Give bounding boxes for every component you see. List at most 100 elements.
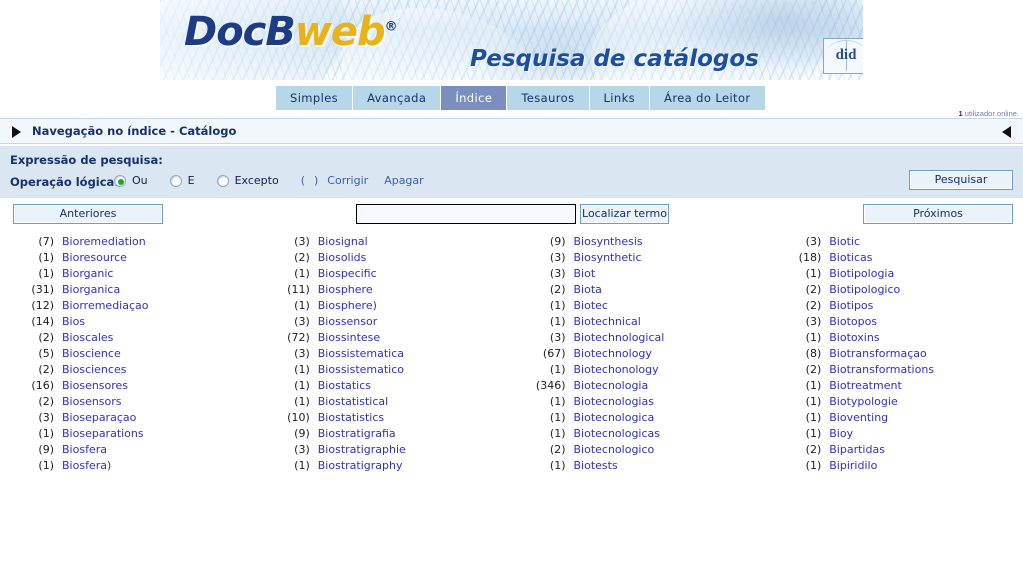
next-page-button[interactable]: Próximos: [863, 204, 1013, 224]
index-term-row: (2) Bipartidas: [767, 442, 1023, 458]
index-term-link[interactable]: Biostatics: [318, 378, 371, 394]
index-term-link[interactable]: Biossistematico: [318, 362, 404, 378]
index-term-link[interactable]: Biossintese: [318, 330, 380, 346]
index-term-link[interactable]: Biosfera): [62, 458, 111, 474]
index-term-link[interactable]: Biotipos: [829, 298, 873, 314]
index-term-link[interactable]: Biotecnologias: [574, 394, 654, 410]
index-term-link[interactable]: Biotecnologico: [574, 442, 655, 458]
find-term-button[interactable]: Localizar termo: [580, 204, 669, 224]
tab-área-do-leitor[interactable]: Área do Leitor: [650, 86, 765, 110]
online-users-status: 1 utilizador online.: [959, 109, 1019, 118]
index-term-link[interactable]: Bioseparaçao: [62, 410, 136, 426]
index-term-link[interactable]: Biotechonology: [574, 362, 659, 378]
radio-button-icon[interactable]: [216, 174, 229, 187]
index-term-count: (1): [38, 267, 54, 280]
tab-avançada[interactable]: Avançada: [353, 86, 441, 110]
radio-button-icon[interactable]: [114, 174, 126, 187]
index-term-link[interactable]: Biossistematica: [318, 346, 404, 362]
index-term-link[interactable]: Bioresource: [62, 250, 127, 266]
index-term-link[interactable]: Bioy: [829, 426, 853, 442]
index-term-link[interactable]: Biotecnologicas: [574, 426, 661, 442]
tab-tesauros[interactable]: Tesauros: [507, 86, 589, 110]
index-term-link[interactable]: Bioventing: [829, 410, 888, 426]
index-term-link[interactable]: Biosynthesis: [574, 234, 643, 250]
index-term-link[interactable]: Biosolids: [318, 250, 367, 266]
arrow-right-icon[interactable]: [12, 126, 21, 138]
logo-text-secondary: web: [294, 9, 386, 55]
radio-option-ou[interactable]: Ou: [114, 174, 148, 187]
index-term-link[interactable]: Biot: [574, 266, 596, 282]
index-term-link[interactable]: Bioticas: [829, 250, 872, 266]
index-term-link[interactable]: Biossensor: [318, 314, 378, 330]
index-term-link[interactable]: Bios: [62, 314, 85, 330]
index-term-link[interactable]: Biotransformations: [829, 362, 934, 378]
index-term-link[interactable]: Biorganic: [62, 266, 113, 282]
index-term-link[interactable]: Biotechnological: [574, 330, 665, 346]
index-term-count: (1): [805, 427, 822, 440]
index-term-link[interactable]: Biotecnologia: [574, 378, 649, 394]
index-term-link[interactable]: Biorremediaçao: [62, 298, 149, 314]
paren-open-button[interactable]: (: [301, 174, 305, 187]
index-term-count: (3): [294, 235, 310, 248]
index-term-link[interactable]: Biotransformaçao: [829, 346, 927, 362]
index-term-link[interactable]: Biostatistics: [318, 410, 384, 426]
index-term-link[interactable]: Biosignal: [318, 234, 368, 250]
index-term-count: (1): [294, 267, 310, 280]
radio-button-icon[interactable]: [169, 174, 182, 187]
page-root: DocBweb® Pesquisa de catálogos did Simpl…: [0, 0, 1023, 575]
index-term-link[interactable]: Biotipologico: [829, 282, 900, 298]
index-term-link[interactable]: Biosensores: [62, 378, 128, 394]
index-term-link[interactable]: Biotecnologica: [574, 410, 655, 426]
index-term-link[interactable]: Bipartidas: [829, 442, 885, 458]
tab-simples[interactable]: Simples: [276, 86, 353, 110]
expression-link-corrigir[interactable]: Corrigir: [327, 174, 368, 187]
index-term-link[interactable]: Biosphere): [318, 298, 377, 314]
index-term-link[interactable]: Biotests: [574, 458, 618, 474]
index-term-link[interactable]: Biotechnical: [574, 314, 641, 330]
index-term-link[interactable]: Bioremediation: [62, 234, 146, 250]
index-term-link[interactable]: Biotoxins: [829, 330, 879, 346]
index-term-link[interactable]: Biotopos: [829, 314, 877, 330]
paren-close-button[interactable]: ): [314, 174, 318, 187]
previous-page-button[interactable]: Anteriores: [13, 204, 163, 224]
index-term-row: (3) Biotopos: [767, 314, 1023, 330]
index-term-link[interactable]: Biotic: [829, 234, 860, 250]
did-logo-text: did: [835, 47, 857, 63]
index-term-link[interactable]: Biostratigraphy: [318, 458, 403, 474]
index-term-link[interactable]: Biosphere: [318, 282, 373, 298]
index-term-link[interactable]: Biosynthetic: [574, 250, 642, 266]
did-partner-logo[interactable]: did: [823, 38, 863, 74]
index-term-count: (1): [549, 411, 566, 424]
radio-option-e[interactable]: E: [169, 174, 195, 187]
index-term-row: (10) Biostatistics: [256, 410, 512, 426]
tab-links[interactable]: Links: [589, 86, 650, 110]
index-term-link[interactable]: Biota: [574, 282, 602, 298]
index-term-link[interactable]: Bioscales: [62, 330, 113, 346]
index-term-link[interactable]: Biotypologie: [829, 394, 897, 410]
index-term-link[interactable]: Biotec: [574, 298, 608, 314]
index-term-row: (1) Biosfera): [0, 458, 256, 474]
search-button[interactable]: Pesquisar: [909, 170, 1013, 190]
index-term-link[interactable]: Biostratigrafia: [318, 426, 396, 442]
site-logo[interactable]: DocBweb®: [184, 9, 398, 55]
index-term-link[interactable]: Bioscience: [62, 346, 121, 362]
arrow-left-icon[interactable]: [1002, 126, 1011, 138]
index-term-link[interactable]: Biosfera: [62, 442, 107, 458]
index-term-link[interactable]: Biosciences: [62, 362, 126, 378]
index-term-link[interactable]: Biotechnology: [574, 346, 652, 362]
tab-índice[interactable]: Índice: [441, 86, 507, 110]
index-term-link[interactable]: Biorganica: [62, 282, 120, 298]
index-term-link[interactable]: Biotipologia: [829, 266, 894, 282]
index-term-link[interactable]: Biostratigraphie: [318, 442, 406, 458]
expression-link-apagar[interactable]: Apagar: [384, 174, 424, 187]
index-term-link[interactable]: Biotreatment: [829, 378, 902, 394]
index-term-row: (7) Bioremediation: [0, 234, 256, 250]
index-term-link[interactable]: Bipiridilo: [829, 458, 877, 474]
index-term-link[interactable]: Biosensors: [62, 394, 122, 410]
index-term-link[interactable]: Bioseparations: [62, 426, 144, 442]
radio-option-excepto[interactable]: Excepto: [216, 174, 279, 187]
index-term-link[interactable]: Biostatistical: [318, 394, 388, 410]
index-term-link[interactable]: Biospecific: [318, 266, 377, 282]
index-term-row: (67) Biotechnology: [512, 346, 768, 362]
find-term-input[interactable]: [356, 204, 576, 224]
